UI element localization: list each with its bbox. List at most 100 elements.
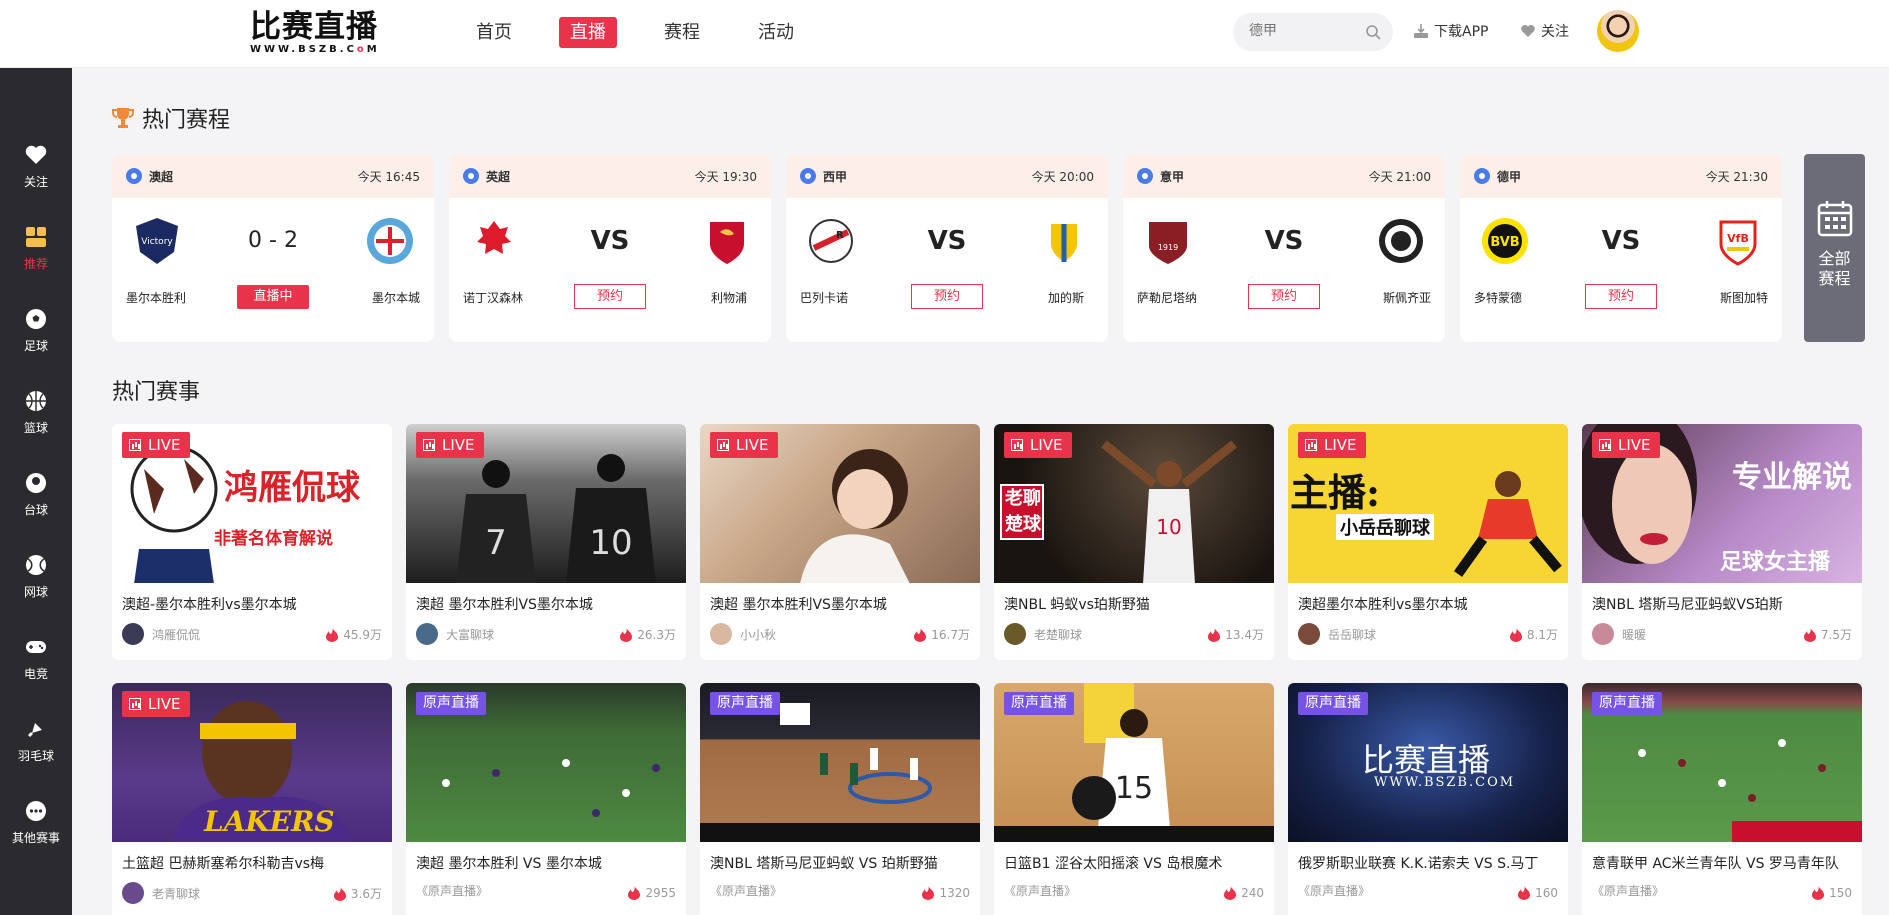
fire-icon <box>333 886 346 901</box>
reserve-button[interactable]: 预约 <box>1585 284 1657 309</box>
grid-icon <box>26 227 46 247</box>
match-card[interactable]: 英超 今天 19:30 VS 诺丁汉森林 预约 利物浦 <box>449 154 771 342</box>
fire-icon <box>1518 885 1531 900</box>
streamer: 《原声直播》 <box>710 882 782 899</box>
stream-card[interactable]: 原声直播 澳NBL 塔斯马尼亚蚂蚁 VS 珀斯野猫 《原声直播》 1320 <box>700 683 980 915</box>
sidebar-item-esports[interactable]: 电竞 <box>0 635 72 715</box>
search-icon[interactable] <box>1365 24 1381 40</box>
stamp-line: 老聊 <box>1005 488 1041 509</box>
all-schedule-button[interactable]: 全部 赛程 <box>1804 154 1865 342</box>
match-card[interactable]: 德甲 今天 21:30 BVB VS VfB 多特蒙德 预约 斯图加特 <box>1460 154 1782 342</box>
sidebar-item-billiards[interactable]: 台球 <box>0 471 72 551</box>
live-badge-label: LIVE <box>1618 436 1651 454</box>
more-icon <box>26 801 46 821</box>
sidebar-item-recommend[interactable]: 推荐 <box>0 225 72 305</box>
nav-activity[interactable]: 活动 <box>747 17 805 48</box>
sidebar-item-badminton[interactable]: 羽毛球 <box>0 717 72 797</box>
stream-card[interactable]: 原声直播 澳超 墨尔本胜利 VS 墨尔本城 《原声直播》 2955 <box>406 683 686 915</box>
stream-card[interactable]: 鸿雁侃球 非著名体育解说 LIVE 澳超-墨尔本胜利vs墨尔本城 鸿雁侃侃 45… <box>112 424 392 660</box>
site-logo[interactable]: 比赛直播 WWW.BSZB.CoM <box>250 10 380 58</box>
streamer-name: 岳岳聊球 <box>1328 627 1377 642</box>
streamer: 《原声直播》 <box>1004 882 1076 899</box>
stream-title: 澳NBL 塔斯马尼亚蚂蚁VS珀斯 <box>1592 597 1783 613</box>
stream-thumbnail: 原声直播 <box>700 683 980 842</box>
reserve-button[interactable]: 预约 <box>1248 284 1320 309</box>
reserve-button[interactable]: 预约 <box>911 284 983 309</box>
stream-thumbnail: 比赛直播 WWW.BSZB.COM 原声直播 <box>1288 683 1568 842</box>
nav-live[interactable]: 直播 <box>559 17 617 48</box>
sidebar-item-other[interactable]: 其他赛事 <box>0 799 72 879</box>
popularity: 13.4万 <box>1208 626 1264 643</box>
streamer-name: 《原声直播》 <box>1592 884 1665 898</box>
billiard-icon <box>26 473 46 493</box>
original-audio-badge: 原声直播 <box>710 692 780 715</box>
stream-thumbnail: LAKERS LIVE <box>112 683 392 842</box>
stream-title: 澳超 墨尔本胜利VS墨尔本城 <box>416 597 593 613</box>
stream-card[interactable]: 比赛直播 WWW.BSZB.COM 原声直播 俄罗斯职业联赛 K.K.诺索夫 V… <box>1288 683 1568 915</box>
popularity-count: 240 <box>1241 885 1264 900</box>
stream-card[interactable]: 主播: 小岳岳聊球 LIVE 澳超墨尔本胜利vs墨尔本城 岳岳聊球 8.1万 <box>1288 424 1568 660</box>
league-name: 德甲 <box>1497 169 1522 184</box>
popularity-count: 8.1万 <box>1526 628 1558 642</box>
popularity: 2955 <box>628 885 676 900</box>
portrait-illustration <box>800 449 910 583</box>
popularity: 8.1万 <box>1509 626 1558 643</box>
search-input[interactable] <box>1249 23 1359 39</box>
match-header: 澳超 今天 16:45 <box>112 154 434 198</box>
basketball-icon <box>26 391 46 411</box>
stream-card[interactable]: 原声直播 意青联甲 AC米兰青年队 VS 罗马青年队 《原声直播》 150 <box>1582 683 1862 915</box>
streamer: 老青聊球 <box>122 882 200 904</box>
live-badge: LIVE <box>1592 432 1660 458</box>
sidebar-item-label: 网球 <box>23 585 48 599</box>
sidebar-item-label: 足球 <box>23 339 48 353</box>
sidebar-item-basketball[interactable]: 篮球 <box>0 389 72 469</box>
stream-thumbnail: 7 10 LIVE <box>406 424 686 583</box>
popularity: 16.7万 <box>914 626 970 643</box>
sidebar-item-follow[interactable]: 关注 <box>0 143 72 223</box>
thumbnail-subtitle: 足球女主播 <box>1720 549 1831 575</box>
avatar <box>1298 623 1320 645</box>
stream-card[interactable]: 专业解说 足球女主播 LIVE 澳NBL 塔斯马尼亚蚂蚁VS珀斯 暖暖 7.5万 <box>1582 424 1862 660</box>
events-section-title: 热门赛事 <box>112 374 200 406</box>
download-app-link[interactable]: 下载APP <box>1413 21 1488 41</box>
home-team-name: 诺丁汉森林 <box>463 291 524 305</box>
league-name: 英超 <box>486 169 511 184</box>
nav-home[interactable]: 首页 <box>465 17 523 48</box>
popularity-count: 7.5万 <box>1820 628 1852 642</box>
streamer: 鸿雁侃侃 <box>122 623 200 645</box>
nav-schedule[interactable]: 赛程 <box>653 17 711 48</box>
stream-card[interactable]: LAKERS LIVE 土篮超 巴赫斯塞希尔科勒吉vs梅 老青聊球 3.6万 <box>112 683 392 915</box>
live-now-button[interactable]: 直播中 <box>237 285 309 309</box>
user-avatar[interactable] <box>1597 10 1639 52</box>
match-card[interactable]: 澳超 今天 16:45 Victory 0 - 2 墨尔本胜利 直播中 墨尔本城 <box>112 154 434 342</box>
match-card[interactable]: 西甲 今天 20:00 R VS 巴列卡诺 预约 加的斯 <box>786 154 1108 342</box>
live-badge: LIVE <box>122 691 190 717</box>
stream-thumbnail: 原声直播 <box>1582 683 1862 842</box>
stream-card[interactable]: 15 原声直播 日篮B1 涩谷太阳摇滚 VS 岛根魔术 《原声直播》 240 <box>994 683 1274 915</box>
home-team-name: 墨尔本胜利 <box>126 291 187 305</box>
stream-title: 澳NBL 塔斯马尼亚蚂蚁 VS 珀斯野猫 <box>710 856 938 872</box>
shuttlecock-icon <box>28 723 42 737</box>
match-card[interactable]: 意甲 今天 21:00 1919 VS 萨勒尼塔纳 预约 斯佩齐亚 <box>1123 154 1445 342</box>
stream-card[interactable]: 7 10 LIVE 澳超 墨尔本胜利VS墨尔本城 大富聊球 26.3万 <box>406 424 686 660</box>
sidebar-item-football[interactable]: 足球 <box>0 307 72 387</box>
popularity: 3.6万 <box>333 885 382 902</box>
watermark-logo-url: WWW.BSZB.COM <box>1374 775 1516 790</box>
football-icon <box>1137 168 1153 184</box>
logo-url-part: M <box>366 44 380 55</box>
league-name: 澳超 <box>149 169 174 184</box>
sidebar-item-tennis[interactable]: 网球 <box>0 553 72 633</box>
team-crest-icon <box>367 218 413 264</box>
logo-url-part: o <box>356 44 367 55</box>
live-badge: LIVE <box>416 432 484 458</box>
stream-card[interactable]: LIVE 澳超 墨尔本胜利VS墨尔本城 小小秋 16.7万 <box>700 424 980 660</box>
streamer: 《原声直播》 <box>416 882 488 899</box>
follow-link[interactable]: 关注 <box>1520 21 1569 41</box>
streamer: 《原声直播》 <box>1592 882 1664 899</box>
calendar-icon <box>1817 201 1852 237</box>
team-crest-icon <box>1051 224 1077 262</box>
sidebar-item-label: 篮球 <box>23 421 48 435</box>
popularity-count: 3.6万 <box>350 887 382 901</box>
stream-card[interactable]: 10 老聊 楚球 LIVE 澳NBL 蚂蚁vs珀斯野猫 老楚聊球 13.4万 <box>994 424 1274 660</box>
reserve-button[interactable]: 预约 <box>574 284 646 309</box>
